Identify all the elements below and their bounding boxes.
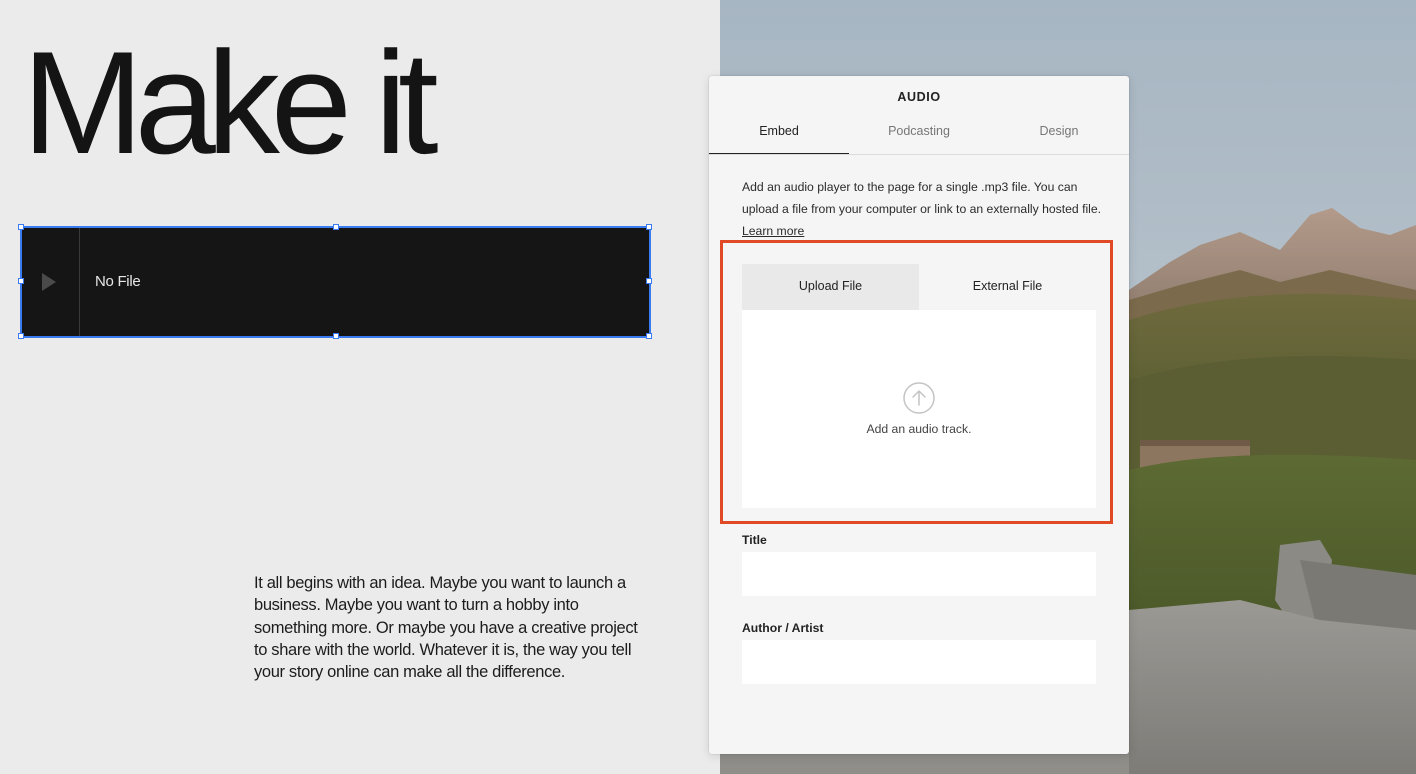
play-icon xyxy=(42,273,56,291)
panel-title: AUDIO xyxy=(897,90,941,104)
description-text: Add an audio player to the page for a si… xyxy=(742,180,1102,216)
author-label: Author / Artist xyxy=(742,621,824,635)
source-tabs: Upload File External File xyxy=(742,264,1096,311)
resize-handle-right[interactable] xyxy=(646,278,652,284)
page-headline: Make it xyxy=(22,21,439,184)
resize-handle-left[interactable] xyxy=(18,278,24,284)
tab-embed[interactable]: Embed xyxy=(709,116,849,154)
resize-handle-bottom-left[interactable] xyxy=(18,333,24,339)
title-label: Title xyxy=(742,533,767,547)
panel-description: Add an audio player to the page for a si… xyxy=(742,176,1102,242)
upload-arrow-icon xyxy=(903,382,935,414)
title-input[interactable] xyxy=(742,552,1096,596)
author-input[interactable] xyxy=(742,640,1096,684)
audio-status: No File xyxy=(95,273,141,290)
tab-design[interactable]: Design xyxy=(989,116,1129,154)
learn-more-link[interactable]: Learn more xyxy=(742,224,804,238)
resize-handle-bottom[interactable] xyxy=(333,333,339,339)
resize-handle-top[interactable] xyxy=(333,224,339,230)
audio-block[interactable]: No File xyxy=(20,226,651,338)
panel-tabs: Embed Podcasting Design xyxy=(709,116,1129,155)
tab-upload-file[interactable]: Upload File xyxy=(742,264,919,310)
play-button[interactable] xyxy=(22,228,80,336)
tab-podcasting[interactable]: Podcasting xyxy=(849,116,989,154)
page: Make it No File It all begins with an id… xyxy=(0,0,1416,774)
tab-external-file[interactable]: External File xyxy=(919,264,1096,310)
resize-handle-top-right[interactable] xyxy=(646,224,652,230)
resize-handle-top-left[interactable] xyxy=(18,224,24,230)
body-paragraph: It all begins with an idea. Maybe you wa… xyxy=(254,574,638,682)
audio-dropzone[interactable]: Add an audio track. xyxy=(742,310,1096,508)
resize-handle-bottom-right[interactable] xyxy=(646,333,652,339)
dropzone-text: Add an audio track. xyxy=(866,422,972,436)
audio-settings-panel: AUDIO Embed Podcasting Design Add an aud… xyxy=(709,76,1129,754)
